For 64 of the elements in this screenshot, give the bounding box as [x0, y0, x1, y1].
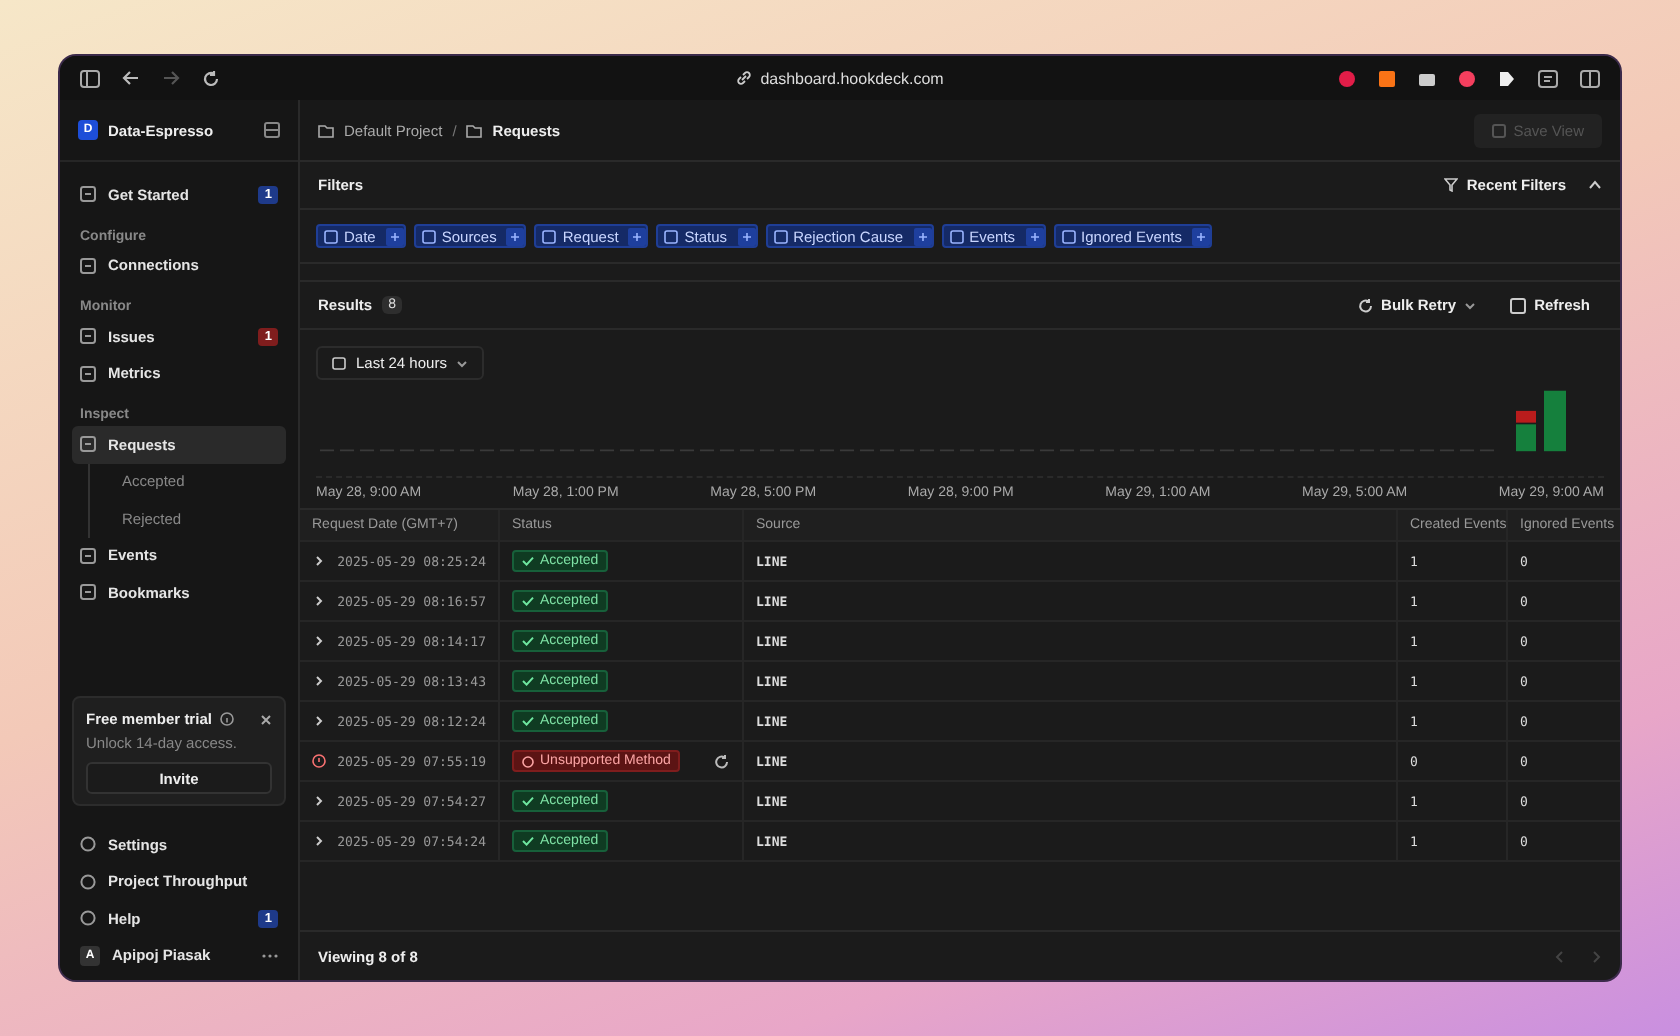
expand-icon[interactable] [312, 714, 326, 728]
plus-icon [913, 227, 932, 245]
plus-icon [1191, 227, 1210, 245]
panel-icon[interactable] [264, 122, 280, 138]
expand-icon[interactable] [312, 594, 326, 608]
nav-icon [80, 873, 96, 890]
filter-type-icon [773, 229, 788, 243]
plus-icon [737, 227, 756, 245]
filter-type-icon [949, 229, 964, 243]
plus-icon [628, 227, 647, 245]
extension-icon[interactable] [1538, 69, 1558, 87]
error-icon [312, 754, 326, 768]
filter-type-icon [421, 229, 436, 243]
nav-icon [80, 186, 96, 203]
check-icon [522, 836, 534, 846]
histogram-bar [1544, 390, 1566, 452]
extension-icon[interactable] [1498, 69, 1516, 87]
nav-icon [80, 436, 96, 453]
error-icon [522, 755, 534, 767]
folder-icon [466, 123, 483, 137]
reload-icon[interactable] [202, 69, 220, 87]
nav-icon [80, 328, 96, 345]
expand-icon[interactable] [312, 834, 326, 848]
check-icon [522, 676, 534, 686]
back-icon[interactable] [122, 70, 140, 86]
link-icon [736, 70, 753, 86]
folder-icon [318, 123, 334, 137]
nav-icon [80, 365, 96, 382]
nav-icon [80, 910, 96, 927]
caret-icon [456, 359, 469, 367]
nav-icon [80, 584, 96, 601]
check-icon [522, 796, 534, 806]
sidebar-toggle-icon[interactable] [1580, 69, 1600, 87]
plus-icon [1025, 227, 1044, 245]
check-icon [522, 636, 534, 646]
caret-icon [1464, 301, 1477, 309]
close-icon[interactable] [260, 713, 272, 725]
nav-icon [80, 547, 96, 564]
more-icon[interactable] [262, 951, 278, 960]
filter-type-icon [324, 229, 338, 243]
chevron-icon[interactable] [1588, 180, 1602, 190]
extension-icon[interactable] [1378, 69, 1396, 87]
expand-icon[interactable] [312, 794, 326, 808]
nav-icon [80, 257, 96, 274]
sidebar-toggle-icon[interactable] [80, 69, 100, 87]
expand-icon[interactable] [312, 634, 326, 648]
plus-icon [385, 227, 404, 245]
check-icon [522, 596, 534, 606]
check-icon [522, 716, 534, 726]
retry-icon [1357, 297, 1374, 313]
info-icon [219, 712, 234, 726]
expand-icon[interactable] [312, 554, 326, 568]
filter-type-icon [542, 229, 557, 243]
filter-type-icon [1061, 229, 1076, 243]
extension-icon[interactable] [1418, 69, 1436, 87]
plus-icon [506, 227, 525, 245]
nav-icon [80, 836, 96, 853]
retry-icon[interactable] [714, 753, 730, 769]
address-bar[interactable]: dashboard.hookdeck.com [520, 69, 1160, 87]
filter-icon [1444, 178, 1459, 192]
check-icon [522, 556, 534, 566]
filter-type-icon [664, 229, 679, 243]
expand-icon[interactable] [312, 674, 326, 688]
forward-icon[interactable] [162, 70, 180, 86]
